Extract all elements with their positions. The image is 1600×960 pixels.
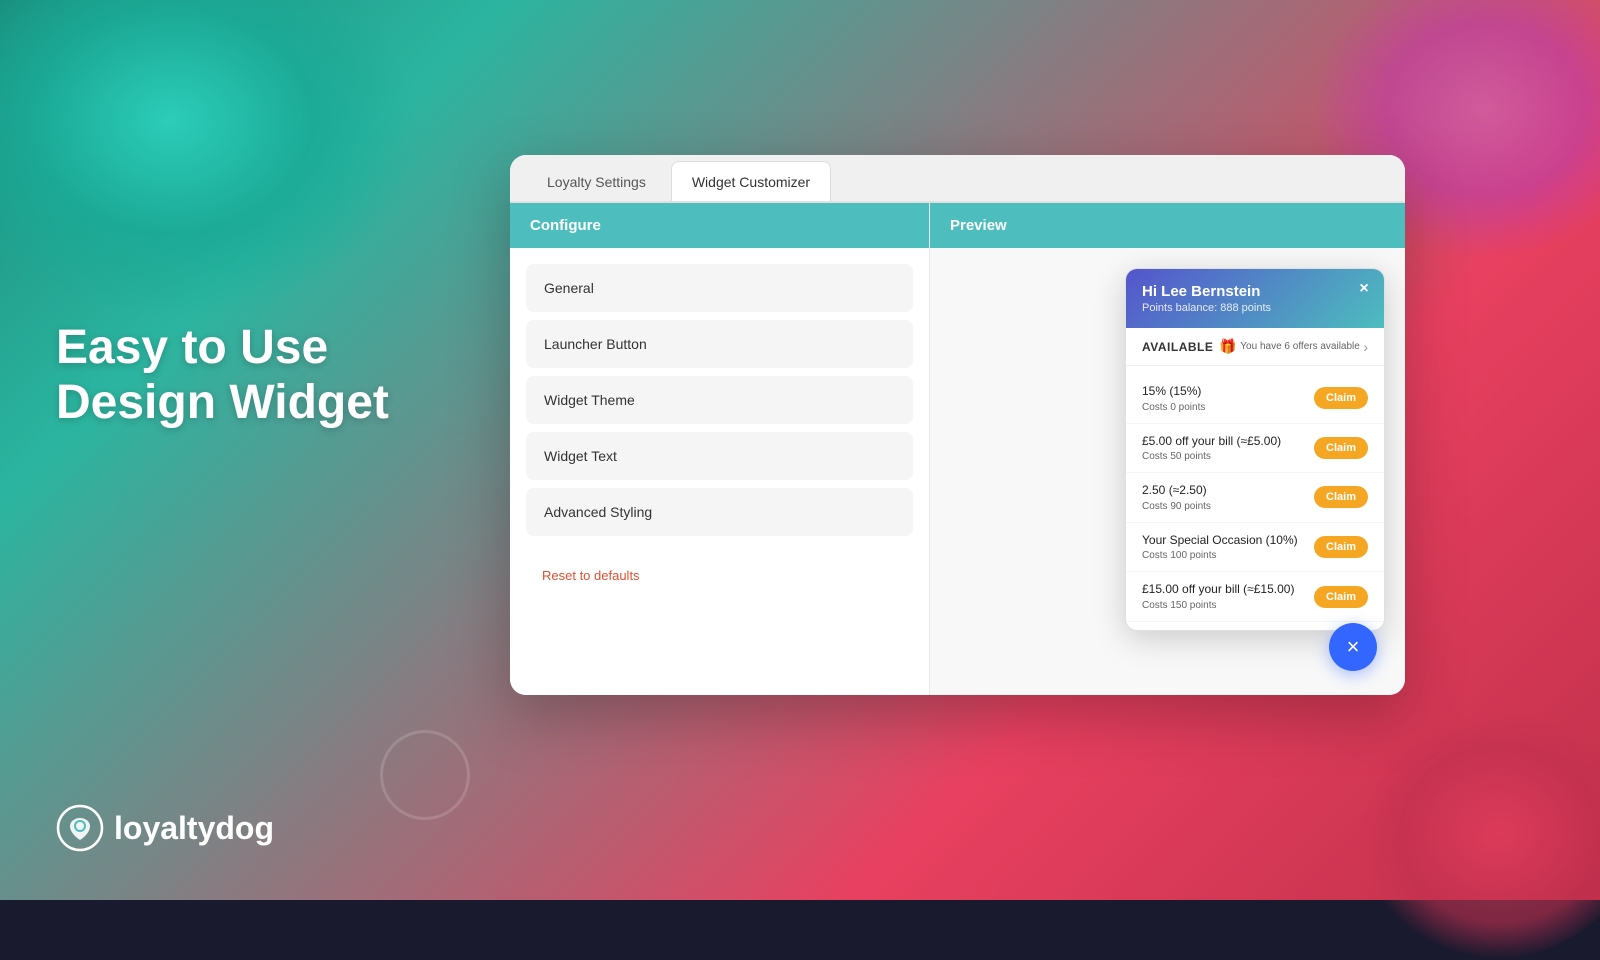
widget-available-row[interactable]: AVAILABLE 🎁 You have 6 offers available … [1126,328,1384,366]
configure-header: Configure [510,203,929,248]
widget-close-button[interactable]: × [1354,279,1374,299]
claim-button-2[interactable]: Claim [1314,486,1368,508]
widget-greeting: Hi Lee Bernstein [1142,283,1368,300]
offer-title-2: 2.50 (≈2.50) [1142,483,1306,499]
available-label: AVAILABLE [1142,340,1213,354]
preview-content: × Hi Lee Bernstein Points balance: 888 p… [930,248,1405,695]
offer-info-3: Your Special Occasion (10%) Costs 100 po… [1142,533,1306,562]
offer-cost-2: Costs 90 points [1142,501,1306,512]
offer-info-0: 15% (15%) Costs 0 points [1142,384,1306,413]
offer-item-2: 2.50 (≈2.50) Costs 90 points Claim [1126,473,1384,523]
menu-item-advanced-styling[interactable]: Advanced Styling [526,488,913,536]
menu-item-widget-text[interactable]: Widget Text [526,432,913,480]
menu-item-widget-theme[interactable]: Widget Theme [526,376,913,424]
offer-title-0: 15% (15%) [1142,384,1306,400]
tab-loyalty-settings[interactable]: Loyalty Settings [526,161,667,201]
offer-item-0: 15% (15%) Costs 0 points Claim [1126,374,1384,424]
logo-text: loyaltydog [114,810,274,847]
tabs-row: Loyalty Settings Widget Customizer [510,155,1405,203]
blob-bottom-right [1360,710,1600,960]
decorative-circle [380,730,470,820]
menu-item-general[interactable]: General [526,264,913,312]
offer-cost-0: Costs 0 points [1142,402,1306,413]
logo-icon [56,804,104,852]
widget-popup: × Hi Lee Bernstein Points balance: 888 p… [1125,268,1385,631]
card-body: Configure General Launcher Button Widget… [510,203,1405,695]
offer-item-4: £15.00 off your bill (≈£15.00) Costs 150… [1126,572,1384,622]
claim-button-1[interactable]: Claim [1314,437,1368,459]
widget-header: × Hi Lee Bernstein Points balance: 888 p… [1126,269,1384,328]
logo: loyaltydog [56,804,274,852]
available-sub: You have 6 offers available [1240,341,1360,352]
claim-button-4[interactable]: Claim [1314,586,1368,608]
chevron-right-icon: › [1363,339,1368,355]
widget-points: Points balance: 888 points [1142,302,1368,314]
offer-item-3: Your Special Occasion (10%) Costs 100 po… [1126,523,1384,573]
offer-info-4: £15.00 off your bill (≈£15.00) Costs 150… [1142,582,1306,611]
configure-menu-list: General Launcher Button Widget Theme Wid… [510,248,929,552]
offer-info-1: £5.00 off your bill (≈£5.00) Costs 50 po… [1142,434,1306,463]
widget-fab-button[interactable]: × [1329,623,1377,671]
widget-offers-list: 15% (15%) Costs 0 points Claim £5.00 off… [1126,366,1384,630]
claim-button-0[interactable]: Claim [1314,387,1368,409]
reset-link[interactable]: Reset to defaults [510,552,929,599]
widget-available-left: AVAILABLE 🎁 [1142,338,1237,355]
tab-widget-customizer[interactable]: Widget Customizer [671,161,831,201]
hero-line2: Design Widget [56,376,389,429]
offer-title-3: Your Special Occasion (10%) [1142,533,1306,549]
claim-button-3[interactable]: Claim [1314,536,1368,558]
offer-info-2: 2.50 (≈2.50) Costs 90 points [1142,483,1306,512]
offer-cost-3: Costs 100 points [1142,550,1306,561]
gift-icon: 🎁 [1219,338,1236,355]
preview-panel: Preview × Hi Lee Bernstein Points balanc… [930,203,1405,695]
menu-item-launcher-button[interactable]: Launcher Button [526,320,913,368]
preview-header: Preview [930,203,1405,248]
hero-line1: Easy to Use [56,321,328,374]
configure-panel: Configure General Launcher Button Widget… [510,203,930,695]
offer-title-4: £15.00 off your bill (≈£15.00) [1142,582,1306,598]
hero-section: Easy to Use Design Widget [56,320,389,430]
main-card: Loyalty Settings Widget Customizer Confi… [510,155,1405,695]
offer-title-1: £5.00 off your bill (≈£5.00) [1142,434,1306,450]
offer-cost-1: Costs 50 points [1142,451,1306,462]
offer-cost-4: Costs 150 points [1142,600,1306,611]
offer-item-1: £5.00 off your bill (≈£5.00) Costs 50 po… [1126,424,1384,474]
